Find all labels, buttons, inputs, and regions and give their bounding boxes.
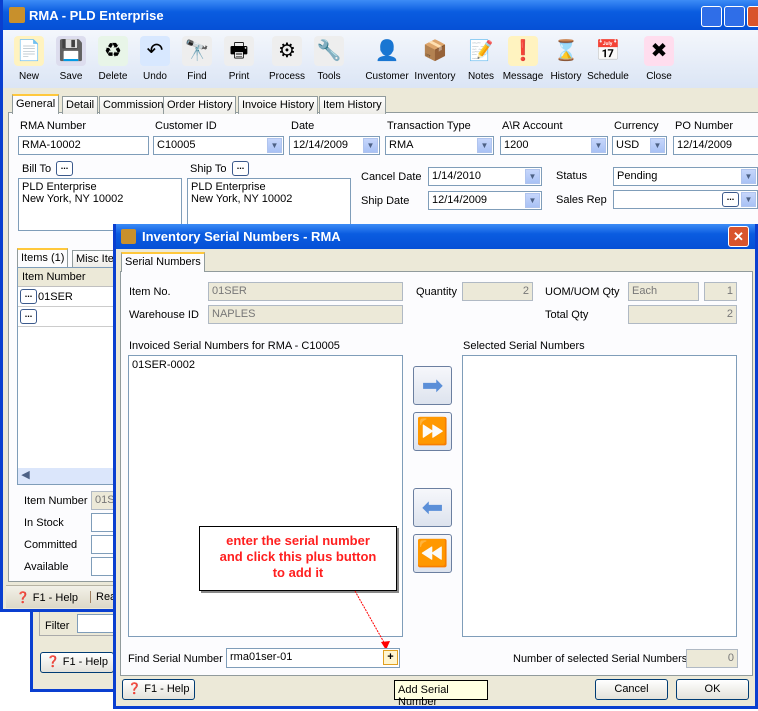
selected-count-field: 0 xyxy=(686,649,738,668)
tooltip: Add Serial Number xyxy=(394,680,488,708)
cancel-button[interactable]: Cancel xyxy=(595,679,668,700)
add-serial-button[interactable]: + xyxy=(383,650,398,665)
ok-button[interactable]: OK xyxy=(676,679,749,700)
annotation-arrow xyxy=(354,590,390,650)
plus-icon: + xyxy=(387,651,394,663)
dialog-help-button[interactable]: ❓ F1 - Help xyxy=(122,679,195,700)
selected-count-label: Number of selected Serial Numbers xyxy=(513,653,688,665)
find-serial-input[interactable]: rma01ser-01 + xyxy=(226,648,400,668)
help-icon: ❓ xyxy=(127,683,142,695)
find-serial-label: Find Serial Number xyxy=(128,653,223,665)
